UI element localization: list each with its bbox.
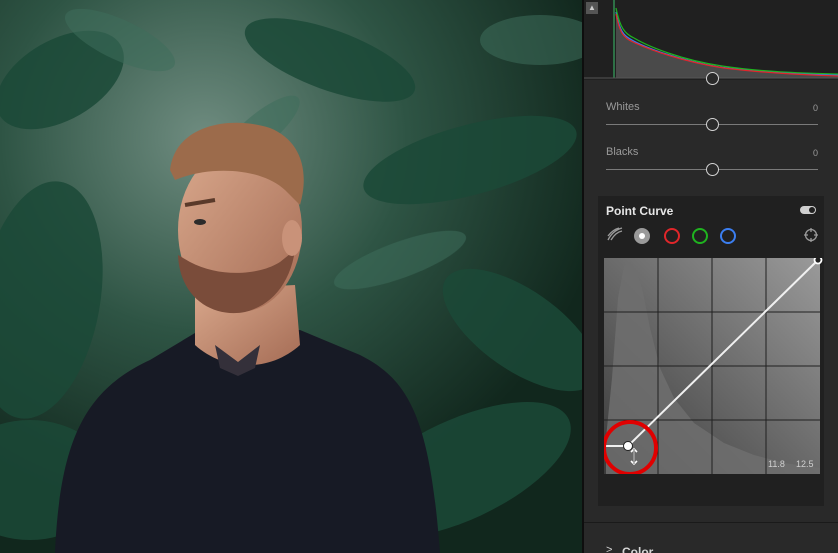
- histogram-graph: [584, 0, 838, 79]
- luminance-channel-button[interactable]: [634, 228, 650, 244]
- whites-label: Whites: [606, 101, 640, 113]
- curve-readout-left: 11.8: [768, 459, 785, 469]
- green-channel-button[interactable]: [692, 228, 708, 244]
- point-curve-graph[interactable]: 11.8 12.5: [602, 255, 823, 476]
- expand-chevron-icon: >: [606, 544, 613, 553]
- curve-white-point-handle[interactable]: [813, 255, 823, 265]
- target-adjust-icon[interactable]: [804, 228, 818, 247]
- color-section-label: Color: [622, 545, 654, 553]
- whites-slider-thumb[interactable]: [706, 118, 719, 131]
- photo-preview: [0, 0, 582, 553]
- histogram: ▲: [584, 0, 838, 80]
- color-section-header[interactable]: > Color: [584, 522, 838, 553]
- red-channel-button[interactable]: [664, 228, 680, 244]
- portrait-photo: [0, 0, 582, 553]
- blacks-label: Blacks: [606, 146, 639, 158]
- point-curve-title: Point Curve: [606, 204, 674, 218]
- whites-value[interactable]: 0: [813, 103, 818, 113]
- highlights-slider-thumb[interactable]: [706, 72, 719, 85]
- blue-channel-button[interactable]: [720, 228, 736, 244]
- blacks-value[interactable]: 0: [813, 148, 818, 158]
- point-curve-mode-icon[interactable]: [606, 226, 624, 247]
- blacks-slider-thumb[interactable]: [706, 163, 719, 176]
- collapse-histogram-button[interactable]: ▲: [586, 2, 598, 14]
- develop-panel: ▲ Whites 0 Blacks 0 Point Curve 11.8 12.…: [584, 0, 838, 553]
- point-curve-toggle[interactable]: [800, 206, 816, 214]
- curve-black-point-handle[interactable]: [623, 441, 633, 451]
- curve-readout-right: 12.5: [796, 459, 814, 469]
- point-curve-section: Point Curve 11.8 12.5: [598, 196, 824, 506]
